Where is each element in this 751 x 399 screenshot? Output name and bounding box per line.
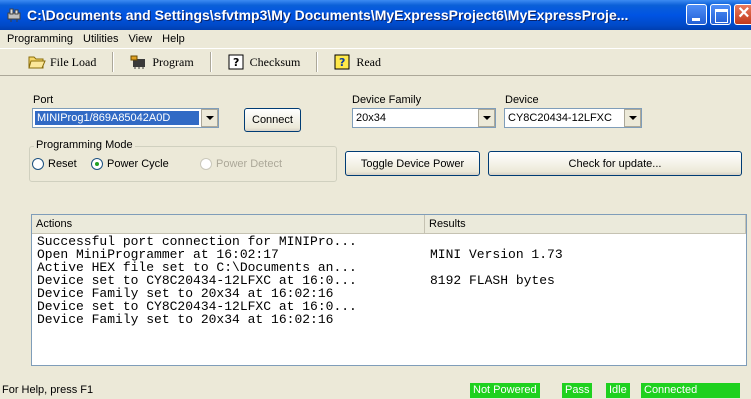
status-connected: Connected: [641, 383, 740, 398]
menu-programming[interactable]: Programming: [2, 33, 78, 45]
check-for-update-button[interactable]: Check for update...: [488, 151, 742, 176]
menu-bar: Programming Utilities View Help: [0, 30, 751, 48]
mode-power-detect-label: Power Detect: [216, 158, 283, 170]
status-pass: Pass: [562, 383, 593, 398]
radio-dot: [91, 158, 103, 170]
status-bar: For Help, press F1 Not Powered Pass Idle…: [0, 381, 751, 399]
column-results[interactable]: Results: [425, 215, 746, 233]
column-actions[interactable]: Actions: [32, 215, 425, 233]
menu-view[interactable]: View: [123, 33, 157, 45]
radio-dot: [32, 158, 44, 170]
device-value: CY8C20434-12LFXC: [508, 112, 612, 124]
file-load-label: File Load: [50, 54, 97, 69]
status-not-powered: Not Powered: [470, 383, 540, 398]
program-chip-icon: [130, 54, 148, 70]
port-value: MINIProg1/869A85042A0D: [35, 111, 199, 125]
device-family-value: 20x34: [356, 112, 386, 124]
check-for-update-label: Check for update...: [568, 157, 662, 170]
device-family-label: Device Family: [352, 94, 422, 106]
question-box-icon: ?: [228, 54, 246, 70]
programming-mode-label: Programming Mode: [34, 139, 135, 151]
mode-power-cycle-radio[interactable]: Power Cycle: [91, 158, 169, 170]
svg-text:?: ?: [233, 56, 239, 69]
log-result: 8192 FLASH bytes: [430, 273, 555, 288]
chevron-down-icon[interactable]: [201, 109, 218, 127]
list-item[interactable]: Device Family set to 20x34 at 16:02:16: [32, 313, 746, 326]
log-action: Device Family set to 20x34 at 16:02:16: [37, 312, 334, 327]
port-select[interactable]: MINIProg1/869A85042A0D: [32, 108, 219, 128]
title-bar[interactable]: C:\Documents and Settings\sfvtmp3\My Doc…: [0, 0, 751, 30]
read-button[interactable]: ? Read: [328, 51, 387, 73]
checksum-label: Checksum: [249, 54, 301, 69]
svg-text:?: ?: [339, 56, 345, 69]
toggle-device-power-button[interactable]: Toggle Device Power: [345, 151, 480, 176]
maximize-button[interactable]: [710, 4, 731, 25]
toolbar-separator: [112, 52, 115, 72]
list-body: Successful port connection for MINIPro..…: [32, 235, 746, 326]
chevron-down-icon[interactable]: [624, 109, 641, 127]
device-select[interactable]: CY8C20434-12LFXC: [504, 108, 642, 128]
close-button[interactable]: [734, 2, 751, 25]
chevron-down-icon[interactable]: [478, 109, 495, 127]
device-label: Device: [505, 94, 539, 106]
question-yellow-icon: ?: [334, 54, 352, 70]
programmer-app-icon[interactable]: [6, 7, 22, 23]
toolbar-separator: [316, 52, 319, 72]
status-idle: Idle: [606, 383, 630, 398]
radio-dot: [200, 158, 212, 170]
connect-label: Connect: [252, 114, 293, 126]
minimize-button[interactable]: [686, 4, 707, 25]
mode-reset-radio[interactable]: Reset: [32, 158, 77, 170]
toolbar: File Load Program ? Checksum ? Read: [0, 48, 751, 76]
folder-open-icon: [28, 54, 46, 70]
toolbar-separator: [209, 52, 212, 72]
connect-button[interactable]: Connect: [244, 108, 301, 132]
menu-help[interactable]: Help: [157, 33, 190, 45]
device-family-select[interactable]: 20x34: [352, 108, 496, 128]
file-load-button[interactable]: File Load: [22, 51, 102, 73]
program-label: Program: [152, 54, 194, 69]
mode-power-detect-radio: Power Detect: [200, 158, 282, 170]
window-title: C:\Documents and Settings\sfvtmp3\My Doc…: [27, 7, 629, 23]
menu-utilities[interactable]: Utilities: [78, 33, 123, 45]
toggle-device-power-label: Toggle Device Power: [360, 157, 465, 170]
mode-reset-label: Reset: [48, 158, 77, 170]
actions-results-list[interactable]: Actions Results Successful port connecti…: [31, 214, 747, 366]
read-label: Read: [356, 54, 381, 69]
checksum-button[interactable]: ? Checksum: [222, 51, 307, 73]
list-header: Actions Results: [32, 215, 746, 234]
mode-power-cycle-label: Power Cycle: [107, 158, 169, 170]
log-result: MINI Version 1.73: [430, 247, 563, 262]
status-help-text: For Help, press F1: [2, 384, 94, 396]
port-label: Port: [33, 94, 54, 106]
program-button[interactable]: Program: [124, 51, 199, 73]
